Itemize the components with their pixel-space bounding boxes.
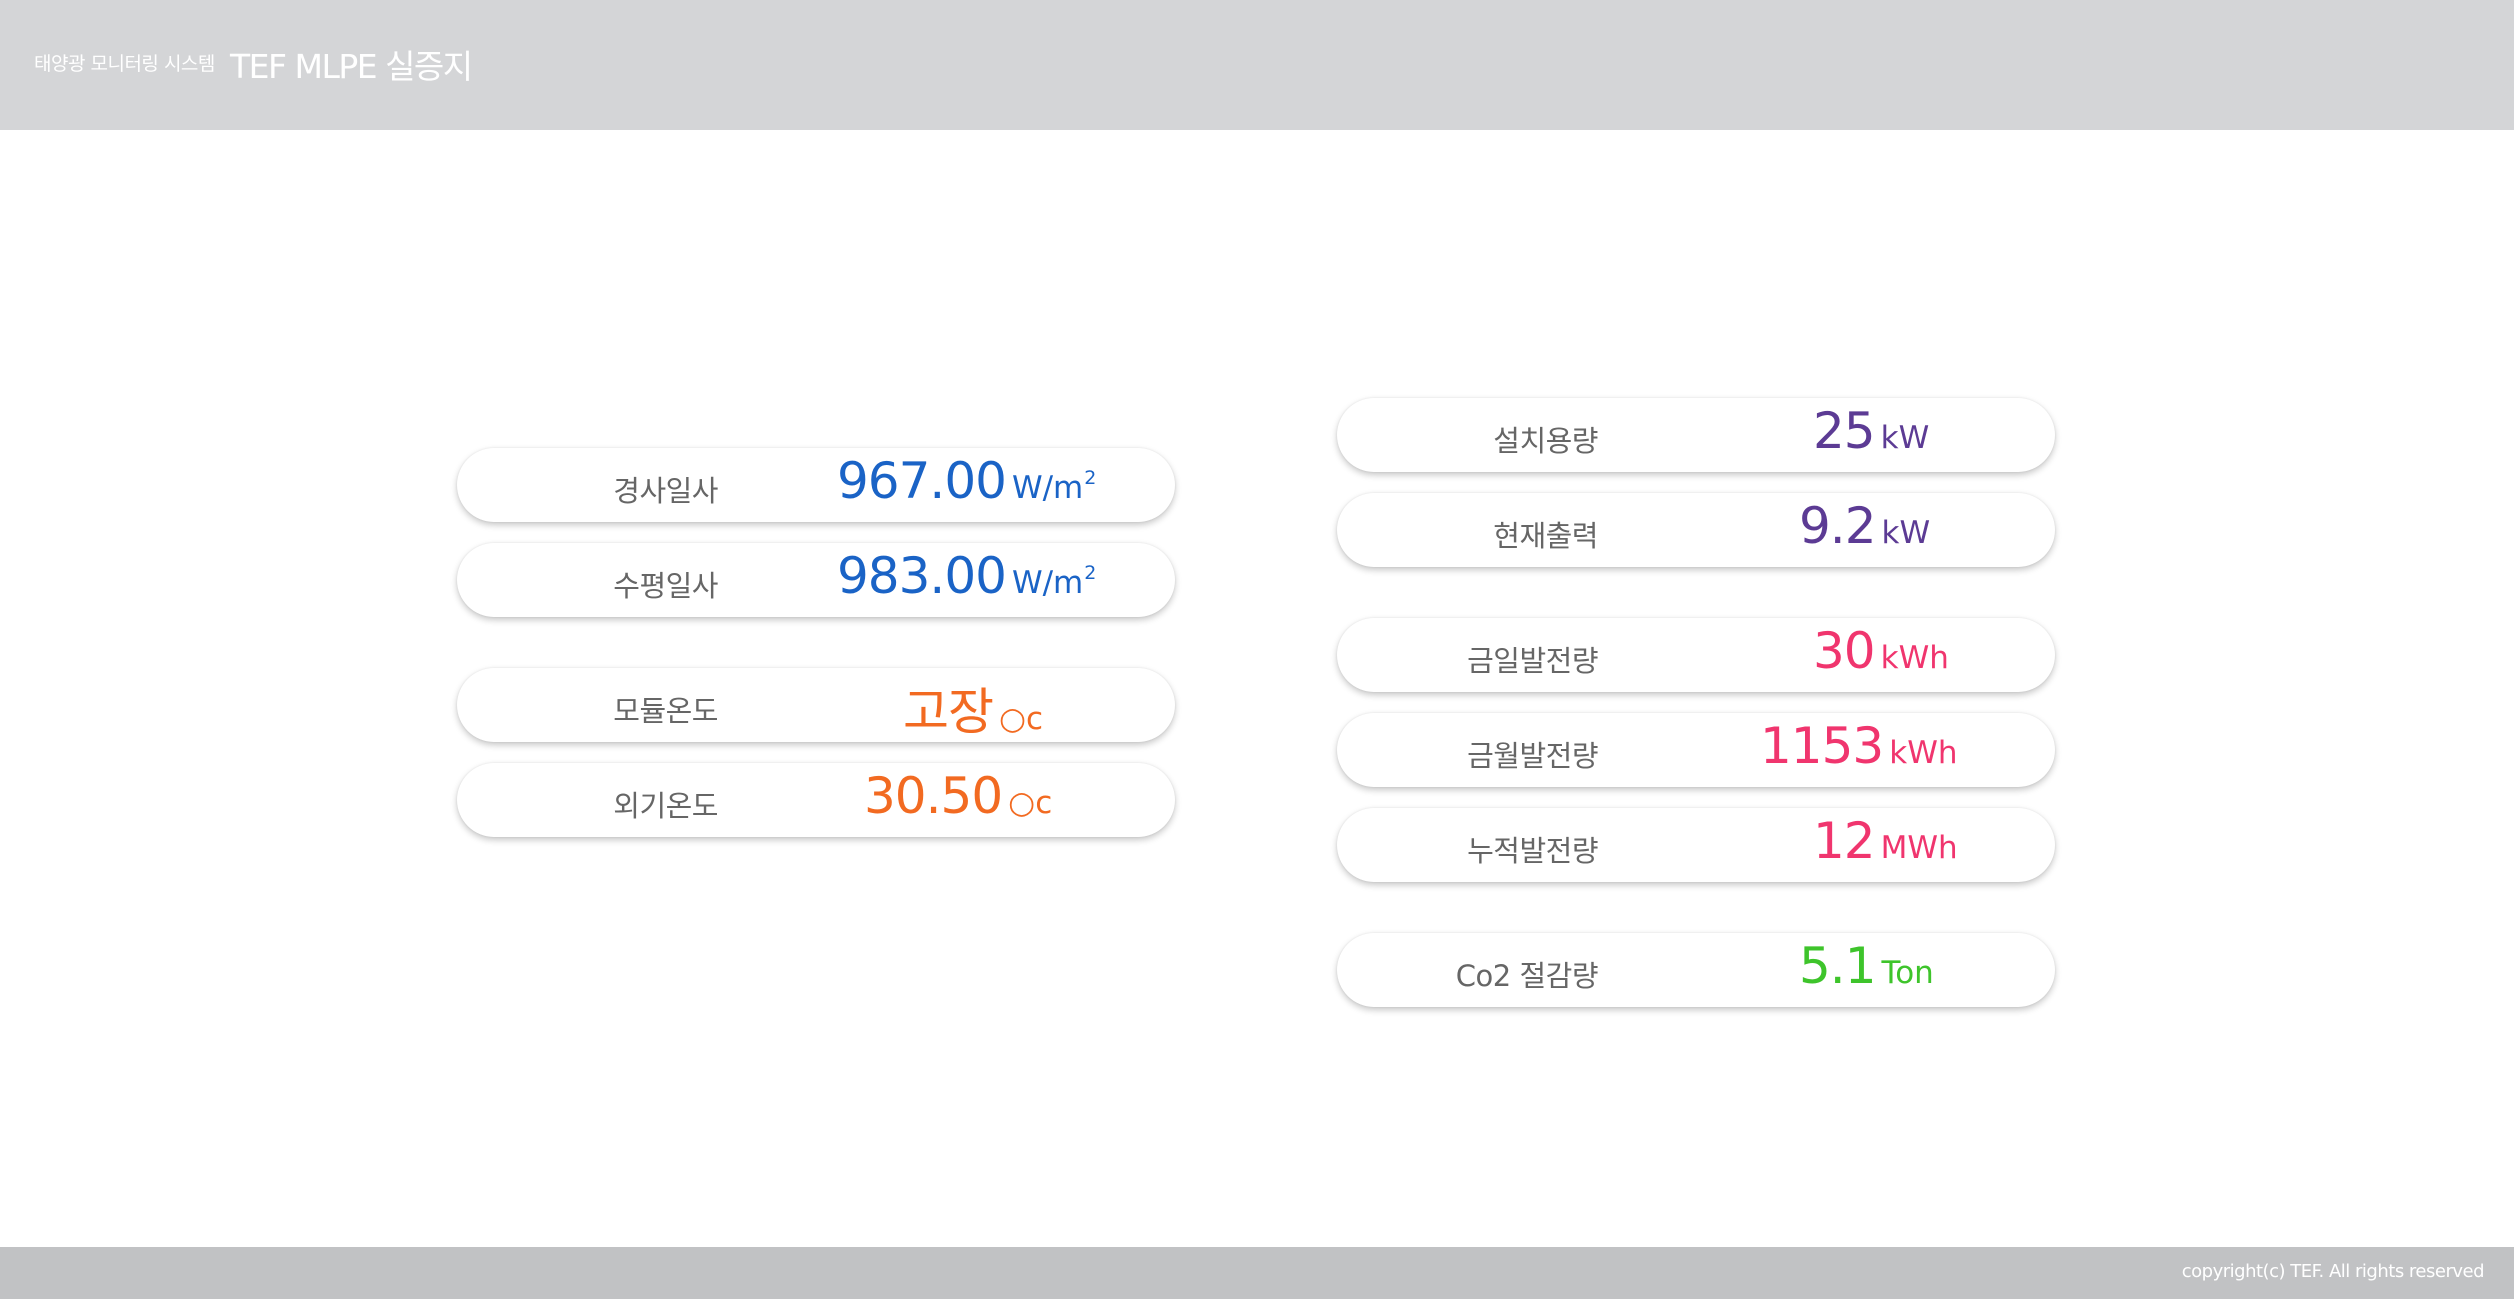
monthly-generation-value: 1153 bbox=[1760, 717, 1884, 775]
daily-generation-value: 30 bbox=[1813, 622, 1876, 680]
ambient-temp-unit: ○c bbox=[1008, 785, 1053, 821]
header-bar: 태양광 모니터링 시스템 TEF MLPE 실증지 bbox=[0, 0, 2514, 130]
site-title: TEF MLPE 실증지 bbox=[230, 47, 473, 86]
ambient-temp-card: 외기온도 30.50 ○c bbox=[457, 763, 1175, 837]
module-temp-unit: ○c bbox=[999, 701, 1044, 737]
installed-capacity-card: 설치용량 25 kW bbox=[1337, 398, 2055, 472]
co2-reduction-reading: 5.1 Ton bbox=[1799, 937, 1934, 995]
module-temp-reading: 고장 ○c bbox=[903, 672, 1043, 744]
installed-capacity-value: 25 bbox=[1813, 402, 1876, 460]
total-generation-unit: MWh bbox=[1880, 830, 1958, 866]
module-temp-value: 고장 bbox=[903, 683, 994, 741]
irradiance-tilted-unit: W/m2 bbox=[1011, 467, 1097, 506]
dashboard-page: 태양광 모니터링 시스템 TEF MLPE 실증지 경사일사 967.00 W/… bbox=[0, 0, 2514, 1299]
co2-reduction-value: 5.1 bbox=[1799, 937, 1877, 995]
irradiance-horizontal-value: 983.00 bbox=[837, 547, 1007, 605]
current-output-card: 현재출력 9.2 kW bbox=[1337, 493, 2055, 567]
ambient-temp-label: 외기온도 bbox=[613, 789, 718, 823]
current-output-unit: kW bbox=[1881, 515, 1931, 551]
irradiance-horizontal-reading: 983.00 W/m2 bbox=[837, 547, 1096, 605]
irradiance-tilted-label: 경사일사 bbox=[613, 474, 718, 508]
copyright-text: copyright(c) TEF. All rights reserved bbox=[2181, 1261, 2485, 1282]
monthly-generation-card: 금월발전량 1153 kWh bbox=[1337, 713, 2055, 787]
irradiance-tilted-card: 경사일사 967.00 W/m2 bbox=[457, 448, 1175, 522]
total-generation-label: 누적발전량 bbox=[1467, 834, 1598, 868]
monthly-generation-label: 금월발전량 bbox=[1467, 739, 1598, 773]
co2-reduction-unit: Ton bbox=[1881, 955, 1934, 991]
co2-reduction-label: Co2 절감량 bbox=[1455, 959, 1599, 993]
irradiance-horizontal-unit: W/m2 bbox=[1011, 562, 1097, 601]
daily-generation-card: 금일발전량 30 kWh bbox=[1337, 618, 2055, 692]
irradiance-horizontal-label: 수평일사 bbox=[613, 569, 718, 603]
installed-capacity-label: 설치용량 bbox=[1493, 424, 1598, 458]
system-subtitle: 태양광 모니터링 시스템 bbox=[34, 53, 215, 75]
total-generation-card: 누적발전량 12 MWh bbox=[1337, 808, 2055, 882]
irradiance-horizontal-card: 수평일사 983.00 W/m2 bbox=[457, 543, 1175, 617]
ambient-temp-reading: 30.50 ○c bbox=[864, 767, 1052, 825]
current-output-value: 9.2 bbox=[1799, 497, 1877, 555]
irradiance-tilted-value: 967.00 bbox=[837, 452, 1007, 510]
footer-bar: copyright(c) TEF. All rights reserved bbox=[0, 1247, 2514, 1299]
daily-generation-label: 금일발전량 bbox=[1467, 644, 1598, 678]
co2-reduction-card: Co2 절감량 5.1 Ton bbox=[1337, 933, 2055, 1007]
daily-generation-unit: kWh bbox=[1880, 640, 1949, 676]
monthly-generation-reading: 1153 kWh bbox=[1760, 717, 1958, 775]
total-generation-reading: 12 MWh bbox=[1813, 812, 1958, 870]
total-generation-value: 12 bbox=[1813, 812, 1876, 870]
installed-capacity-reading: 25 kW bbox=[1813, 402, 1929, 460]
installed-capacity-unit: kW bbox=[1880, 420, 1930, 456]
ambient-temp-value: 30.50 bbox=[864, 767, 1003, 825]
current-output-reading: 9.2 kW bbox=[1799, 497, 1930, 555]
current-output-label: 현재출력 bbox=[1493, 519, 1598, 553]
monthly-generation-unit: kWh bbox=[1889, 735, 1958, 771]
irradiance-tilted-reading: 967.00 W/m2 bbox=[837, 452, 1096, 510]
daily-generation-reading: 30 kWh bbox=[1813, 622, 1949, 680]
module-temp-card: 모듈온도 고장 ○c bbox=[457, 668, 1175, 742]
module-temp-label: 모듈온도 bbox=[613, 694, 718, 728]
